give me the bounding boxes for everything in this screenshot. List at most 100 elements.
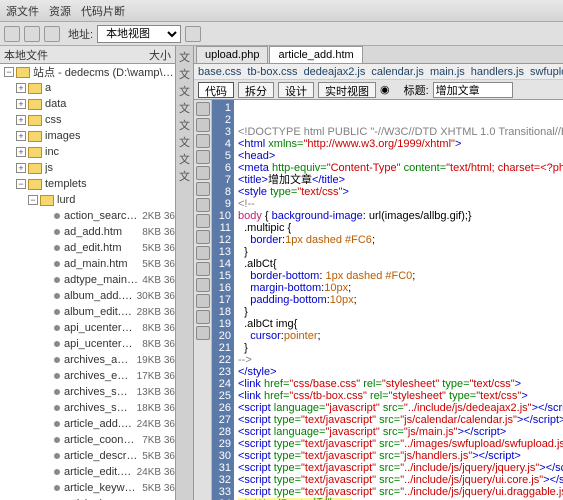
tool-icon[interactable]	[196, 166, 210, 180]
tree-node[interactable]: article_coonepage_rul...7KB 36	[0, 432, 175, 448]
code-editor[interactable]: 1234567891011121314151617181920212223242…	[194, 100, 563, 500]
tree-node[interactable]: archives_sg_edit.htm18KB 36	[0, 400, 175, 416]
code-line[interactable]: .albCt img{	[238, 318, 563, 330]
code-line[interactable]: <script type="text/javascript" src="js/h…	[238, 450, 563, 462]
code-line[interactable]: -->	[238, 354, 563, 366]
tree-node[interactable]: +images	[0, 128, 175, 144]
view-design-button[interactable]: 设计	[278, 82, 314, 98]
tree-node[interactable]: −templets	[0, 176, 175, 192]
tree-node[interactable]: ad_main.htm5KB 36	[0, 256, 175, 272]
tree-node[interactable]: ad_edit.htm5KB 36	[0, 240, 175, 256]
breadcrumb-item[interactable]: main.js	[430, 66, 465, 78]
code-line[interactable]: <script type="text/javascript" src="../i…	[238, 474, 563, 486]
expander-icon[interactable]: +	[16, 99, 26, 109]
title-input[interactable]	[433, 82, 513, 98]
tree-node[interactable]: archives_sg_add.htm13KB 36	[0, 384, 175, 400]
expander-icon[interactable]: +	[16, 163, 26, 173]
code-line[interactable]: }	[238, 306, 563, 318]
tree-node[interactable]: action_search.htm2KB 36	[0, 208, 175, 224]
code-line[interactable]: <!--	[238, 198, 563, 210]
code-line[interactable]: <title>增加文章</title>	[238, 174, 563, 186]
tool-icon[interactable]	[196, 118, 210, 132]
code-line[interactable]: border:1px dashed #FC6;	[238, 234, 563, 246]
expander-icon[interactable]: +	[16, 115, 26, 125]
code-line[interactable]: <meta http-equiv="Content-Type" content=…	[238, 162, 563, 174]
tool-icon[interactable]	[196, 230, 210, 244]
tool-icon[interactable]	[196, 294, 210, 308]
code-line[interactable]: <style type="text/css">	[238, 186, 563, 198]
tree-node[interactable]: +js	[0, 160, 175, 176]
breadcrumb-item[interactable]: tb-box.css	[247, 66, 297, 78]
tree-node[interactable]: article_keywords_make...4KB 36	[0, 496, 175, 500]
code-lines[interactable]: <!DOCTYPE html PUBLIC "-//W3C//DTD XHTML…	[234, 100, 563, 500]
tree-node[interactable]: −lurd	[0, 192, 175, 208]
tool-icon[interactable]	[196, 246, 210, 260]
code-line[interactable]: }	[238, 246, 563, 258]
code-line[interactable]: <html xmlns="http://www.w3.org/1999/xhtm…	[238, 138, 563, 150]
code-line[interactable]: <script type="text/javascript" src="js/c…	[238, 414, 563, 426]
code-line[interactable]: <link href="css/tb-box.css" rel="stylesh…	[238, 390, 563, 402]
tool-icon[interactable]	[196, 326, 210, 340]
code-line[interactable]: .albCt{	[238, 258, 563, 270]
code-line[interactable]: </style>	[238, 366, 563, 378]
code-line[interactable]: body { background-image: url(images/allb…	[238, 210, 563, 222]
breadcrumb-item[interactable]: base.css	[198, 66, 241, 78]
breadcrumb-item[interactable]: dedeajax2.js	[304, 66, 366, 78]
breadcrumb-item[interactable]: calendar.js	[371, 66, 424, 78]
tree-node[interactable]: album_edit.htm28KB 36	[0, 304, 175, 320]
tool-icon[interactable]	[196, 310, 210, 324]
code-line[interactable]: .multipic {	[238, 222, 563, 234]
tree-node[interactable]: album_add.htm30KB 36	[0, 288, 175, 304]
tree-node[interactable]: +data	[0, 96, 175, 112]
code-line[interactable]: <!DOCTYPE html PUBLIC "-//W3C//DTD XHTML…	[238, 126, 563, 138]
tree-node[interactable]: api_ucenter_edit.htm8KB 36	[0, 320, 175, 336]
view-code-button[interactable]: 代码	[198, 82, 234, 98]
view-live-button[interactable]: 实时视图	[318, 82, 376, 98]
expander-icon[interactable]: +	[16, 147, 26, 157]
tree-node[interactable]: article_edit.htm24KB 36	[0, 464, 175, 480]
code-line[interactable]: <script type="text/javascript" src="../i…	[238, 438, 563, 450]
tree-node[interactable]: article_description_m...5KB 36	[0, 448, 175, 464]
tool-icon[interactable]	[196, 262, 210, 276]
tool-icon[interactable]	[196, 278, 210, 292]
expander-icon[interactable]: −	[16, 179, 26, 189]
address-select[interactable]: 本地视图	[97, 25, 181, 43]
tool-icon[interactable]	[196, 102, 210, 116]
expander-icon[interactable]: −	[28, 195, 38, 205]
tab-article-add-htm[interactable]: article_add.htm	[269, 46, 362, 63]
nav-fwd-icon[interactable]	[24, 26, 40, 42]
tree-node[interactable]: article_keywords_main...5KB 36	[0, 480, 175, 496]
view-split-button[interactable]: 拆分	[238, 82, 274, 98]
tree-node[interactable]: +css	[0, 112, 175, 128]
expander-icon[interactable]: +	[16, 131, 26, 141]
expander-icon[interactable]: +	[16, 83, 26, 93]
tree-node[interactable]: +inc	[0, 144, 175, 160]
code-line[interactable]: margin-bottom:10px;	[238, 282, 563, 294]
tab-resources[interactable]: 资源	[49, 3, 71, 19]
home-icon[interactable]	[44, 26, 60, 42]
file-tree-panel[interactable]: 本地文件 大小 −站点 - dedecms (D:\wamp\www\ded..…	[0, 46, 176, 500]
tool-icon[interactable]	[196, 182, 210, 196]
tree-node[interactable]: adtype_main.htm4KB 36	[0, 272, 175, 288]
code-line[interactable]: <script language="javascript" src="../in…	[238, 402, 563, 414]
code-line[interactable]: <link href="css/base.css" rel="styleshee…	[238, 378, 563, 390]
tree-node[interactable]: ad_add.htm8KB 36	[0, 224, 175, 240]
expander-icon[interactable]: −	[4, 67, 14, 77]
tree-node[interactable]: archives_edit.htm17KB 36	[0, 368, 175, 384]
refresh-icon[interactable]	[185, 26, 201, 42]
tree-node[interactable]: article_add.htm24KB 36	[0, 416, 175, 432]
tool-icon[interactable]	[196, 214, 210, 228]
tool-icon[interactable]	[196, 198, 210, 212]
code-line[interactable]: <script language="javascript" src="js/ma…	[238, 426, 563, 438]
tree-node[interactable]: −站点 - dedecms (D:\wamp\www\ded...	[0, 64, 175, 80]
code-line[interactable]: <script type="text/javascript" src="../i…	[238, 462, 563, 474]
breadcrumb-item[interactable]: swfupload.js	[530, 66, 563, 78]
tool-icon[interactable]	[196, 150, 210, 164]
tab-source[interactable]: 源文件	[6, 3, 39, 19]
code-line[interactable]: cursor:pointer;	[238, 330, 563, 342]
code-line[interactable]: border-bottom: 1px dashed #FC0;	[238, 270, 563, 282]
code-line[interactable]: <script type="text/javascript" src="../i…	[238, 486, 563, 498]
tab-upload-php[interactable]: upload.php	[196, 46, 268, 63]
tab-snippets[interactable]: 代码片断	[81, 3, 125, 19]
tree-node[interactable]: +a	[0, 80, 175, 96]
